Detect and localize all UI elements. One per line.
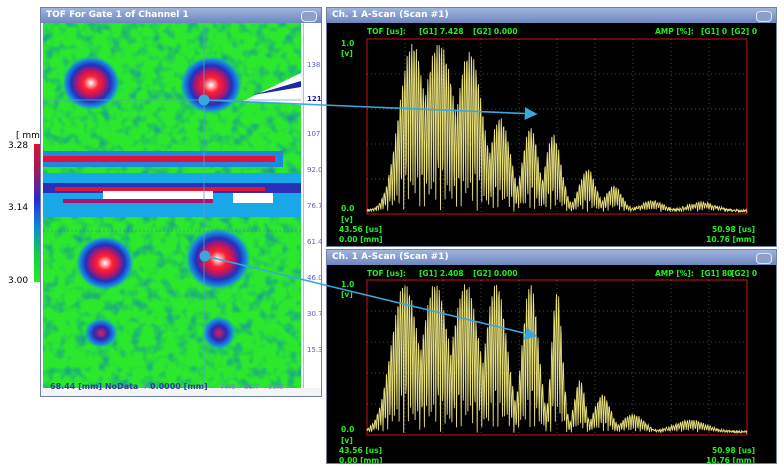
ascan-bottom-plot[interactable]: TOF [us]: [G1] 2.408 [G2] 0.000 AMP [%]: [G1… bbox=[327, 265, 776, 463]
color-scale-mid: 3.14 bbox=[8, 203, 29, 213]
ascan-top-title: Ch. 1 A-Scan (Scan #1) bbox=[332, 10, 449, 20]
amp-label: AMP [%]: bbox=[655, 269, 694, 278]
y-tick-label: 61.4 bbox=[307, 238, 323, 246]
y-max-label: 1.0 bbox=[341, 280, 354, 289]
tof-window-titlebar[interactable]: TOF For Gate 1 of Channel 1 bbox=[41, 8, 321, 23]
tof-window-title: TOF For Gate 1 of Channel 1 bbox=[46, 10, 189, 20]
x-start-us-label: 43.56 [us] bbox=[339, 225, 382, 234]
color-scale-max: 3.28 bbox=[8, 141, 29, 151]
tof-label: TOF [us]: bbox=[367, 269, 406, 278]
x-end-us-label: 50.98 [us] bbox=[712, 446, 755, 455]
y-tick-label: 92.0 bbox=[307, 166, 323, 174]
window-menu-button[interactable] bbox=[301, 11, 317, 22]
tof-status-left: 68.44 [mm] NoData bbox=[50, 382, 139, 391]
ascan-bottom-window: Ch. 1 A-Scan (Scan #1) TOF [us]: [G1] 2.4… bbox=[326, 249, 777, 464]
y-unit-top: [v] bbox=[341, 290, 353, 299]
g1-amp-value: [G1] 80 bbox=[701, 269, 732, 278]
y-tick-label: 15.3 bbox=[307, 346, 323, 354]
y-unit-bottom: [v] bbox=[341, 436, 353, 445]
ascan-bottom-titlebar[interactable]: Ch. 1 A-Scan (Scan #1) bbox=[327, 250, 776, 265]
ascan-bottom-title: Ch. 1 A-Scan (Scan #1) bbox=[332, 252, 449, 262]
g1-tof-value: [G1] 7.428 bbox=[419, 27, 464, 36]
x-end-mm-label: 10.76 [mm] bbox=[706, 456, 755, 463]
x-end-mm-label: 10.76 [mm] bbox=[706, 235, 755, 244]
x-end-us-label: 50.98 [us] bbox=[712, 225, 755, 234]
y-tick-label: 107. bbox=[307, 130, 323, 138]
y-tick-label: 138. bbox=[307, 61, 323, 69]
x-tick-label: 5 bbox=[200, 383, 205, 391]
x-tick-label: 99.8 bbox=[268, 383, 284, 391]
y-unit-bottom: [v] bbox=[341, 215, 353, 224]
tof-cscan-window: TOF For Gate 1 of Channel 1 138. 121 107… bbox=[40, 7, 323, 397]
x-tick-label: 88.7 bbox=[244, 383, 260, 391]
g2-tof-value: [G2] 0.000 bbox=[473, 27, 518, 36]
x-tick-label: 77.6 bbox=[220, 383, 236, 391]
y-unit-top: [v] bbox=[341, 49, 353, 58]
ascan-top-titlebar[interactable]: Ch. 1 A-Scan (Scan #1) bbox=[327, 8, 776, 23]
g2-tof-value: [G2] 0.000 bbox=[473, 269, 518, 278]
window-menu-button[interactable] bbox=[756, 253, 772, 264]
ascan-top-plot[interactable]: TOF [us]: [G1] 7.428 [G2] 0.000 AMP [%]: [G1… bbox=[327, 23, 776, 246]
window-menu-button[interactable] bbox=[756, 11, 772, 22]
y-tick-label: 46.0 bbox=[307, 274, 323, 282]
x-start-mm-label: 0.00 [mm] bbox=[339, 456, 383, 463]
tof-y-ruler: 138. 121 107. 92.0 76.7 61.4 46.0 30.7 1… bbox=[303, 23, 323, 388]
amp-label: AMP [%]: bbox=[655, 27, 694, 36]
ascan-trace bbox=[366, 284, 748, 435]
x-start-mm-label: 0.00 [mm] bbox=[339, 235, 383, 244]
tof-status-readout: 68.44 [mm] NoData bbox=[50, 382, 138, 391]
g1-amp-value: [G1] 0 bbox=[701, 27, 727, 36]
g2-amp-value: [G2] 0 bbox=[731, 27, 757, 36]
g1-tof-value: [G1] 2.408 bbox=[419, 269, 464, 278]
y-min-label: 0.0 bbox=[341, 204, 354, 213]
color-scale-min: 3.00 bbox=[8, 276, 29, 286]
x-tick-label: 44 bbox=[142, 383, 151, 391]
tof-status-value: 0.0000 [mm] bbox=[150, 382, 208, 391]
g2-amp-value: [G2] 0 bbox=[731, 269, 757, 278]
y-max-label: 1.0 bbox=[341, 39, 354, 48]
y-min-label: 0.0 bbox=[341, 425, 354, 434]
x-start-us-label: 43.56 [us] bbox=[339, 446, 382, 455]
ascan-top-window: Ch. 1 A-Scan (Scan #1) TOF [us]: [G1] 7.4… bbox=[326, 7, 777, 247]
y-tick-label: 121 bbox=[307, 95, 322, 103]
tof-label: TOF [us]: bbox=[367, 27, 406, 36]
y-tick-label: 76.7 bbox=[307, 202, 323, 210]
y-tick-label: 30.7 bbox=[307, 310, 323, 318]
tof-cscan-image[interactable] bbox=[43, 23, 301, 388]
